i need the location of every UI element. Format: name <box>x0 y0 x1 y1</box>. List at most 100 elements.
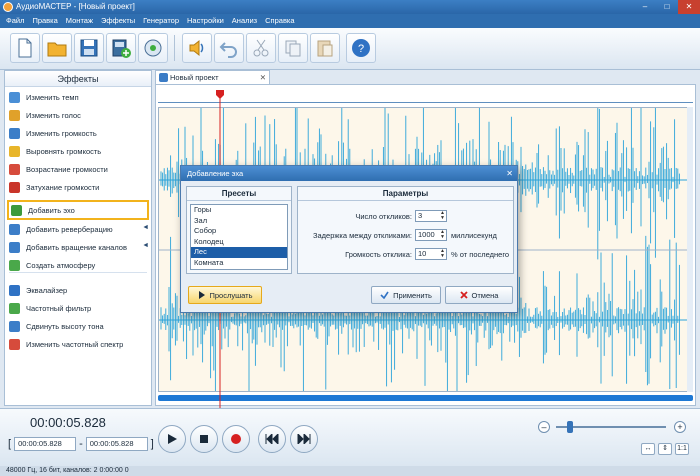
presets-header: Пресеты <box>187 187 291 201</box>
menu-file[interactable]: Файл <box>6 14 24 28</box>
new-file-icon <box>18 38 32 58</box>
effect-item-14[interactable]: Изменить частотный спектр <box>9 336 147 352</box>
tab-close-icon[interactable]: ✕ <box>260 71 266 84</box>
effect-item-13[interactable]: Сдвинуть высоту тона <box>9 318 147 334</box>
effect-item-5[interactable]: Возрастание громкости <box>9 161 147 177</box>
selection-range: [ 00:00:05.828 - 00:00:05.828 ] <box>8 437 154 451</box>
menu-settings[interactable]: Настройки <box>187 14 224 28</box>
preset-item-selected[interactable]: Лес <box>191 247 287 258</box>
parameters-header: Параметры <box>298 187 513 201</box>
range-start-field[interactable]: 00:00:05.828 <box>14 437 77 451</box>
dialog-title: Добавление эха <box>187 169 244 178</box>
effect-label: Сдвинуть высоту тона <box>26 321 104 331</box>
effect-item-10[interactable]: Создать атмосферу <box>9 257 147 273</box>
effect-item-9[interactable]: Добавить вращение каналов ◄ <box>9 239 149 255</box>
paste-button[interactable] <box>310 33 340 63</box>
audio-speaker-button[interactable] <box>182 33 212 63</box>
volume-label: Громкость отклика: <box>345 249 412 259</box>
listen-button[interactable]: Прослушать <box>188 286 262 304</box>
rewind-button[interactable] <box>258 425 286 453</box>
menu-montage[interactable]: Монтаж <box>66 14 93 28</box>
preset-item[interactable]: Колодец <box>191 237 287 248</box>
record-disc-button[interactable] <box>138 33 168 63</box>
add-video-button[interactable] <box>106 33 136 63</box>
menu-effects[interactable]: Эффекты <box>101 14 135 28</box>
copy-button[interactable] <box>278 33 308 63</box>
record-icon <box>231 434 241 444</box>
new-file-button[interactable] <box>10 33 40 63</box>
preset-item[interactable]: Горы <box>191 205 287 216</box>
paste-icon <box>317 40 333 57</box>
apply-button[interactable]: Применить <box>371 286 441 304</box>
effect-item-4[interactable]: Выровнять громкость <box>9 143 147 159</box>
zoom-out-button[interactable]: – <box>538 421 550 433</box>
minimize-button[interactable]: – <box>634 0 656 14</box>
count-input[interactable]: 3 ▲ ▼ <box>415 210 447 222</box>
spinner-icon[interactable]: ▲ ▼ <box>440 211 445 221</box>
save-disk-icon <box>80 39 98 57</box>
effect-icon <box>9 145 20 157</box>
cut-button[interactable] <box>246 33 276 63</box>
delay-label: Задержка между откликами: <box>312 230 412 240</box>
record-disc-icon <box>144 39 162 57</box>
volume-input[interactable]: 10 ▲ ▼ <box>415 248 447 260</box>
delay-input[interactable]: 1000 ▲ ▼ <box>415 229 447 241</box>
effect-item-2[interactable]: Изменить голос <box>9 107 147 123</box>
effect-label: Изменить голос <box>26 110 81 120</box>
vertical-scrollbar[interactable] <box>687 107 693 392</box>
play-button[interactable] <box>158 425 186 453</box>
effect-label: Добавить вращение каналов <box>26 242 127 252</box>
stop-button[interactable] <box>190 425 218 453</box>
open-file-button[interactable] <box>42 33 72 63</box>
effect-label: Изменить частотный спектр <box>26 339 124 349</box>
tab-new-project[interactable]: Новый проект ✕ <box>155 70 270 84</box>
dialog-close-icon[interactable]: ✕ <box>506 166 513 181</box>
status-bar: 48000 Гц, 16 бит, каналов: 2 0:00:00 0 <box>0 466 700 476</box>
cancel-button[interactable]: Отмена <box>445 286 513 304</box>
effect-item-1[interactable]: Изменить темп <box>9 89 147 105</box>
expand-arrow-icon[interactable]: ◄ <box>142 242 149 249</box>
record-button[interactable] <box>222 425 250 453</box>
menu-help[interactable]: Справка <box>265 14 294 28</box>
volume-unit: % от последнего <box>451 249 510 259</box>
window-titlebar: АудиоМАСТЕР - [Новый проект] – □ ✕ <box>0 0 700 14</box>
close-window-button[interactable]: ✕ <box>678 0 700 14</box>
effect-label: Частотный фильтр <box>26 303 92 313</box>
preset-item[interactable]: Зал <box>191 216 287 227</box>
fit-horizontal-icon[interactable]: ↔ <box>641 443 655 455</box>
effect-label: Затухание громкости <box>26 182 100 192</box>
expand-arrow-icon[interactable]: ◄ <box>142 224 149 231</box>
count-label: Число откликов: <box>355 211 412 221</box>
spinner-icon[interactable]: ▲ ▼ <box>440 230 445 240</box>
range-end-field[interactable]: 00:00:05.828 <box>85 437 148 451</box>
effect-item-12[interactable]: Частотный фильтр <box>9 300 147 316</box>
menu-analysis[interactable]: Анализ <box>232 14 257 28</box>
undo-button[interactable] <box>214 33 244 63</box>
help-button[interactable]: ? <box>346 33 376 63</box>
effect-item-11[interactable]: Эквалайзер <box>9 282 147 298</box>
save-button[interactable] <box>74 33 104 63</box>
zoom-slider-knob[interactable] <box>567 421 573 433</box>
maximize-button[interactable]: □ <box>656 0 678 14</box>
effect-label: Изменить громкость <box>26 128 97 138</box>
preset-item[interactable]: Комната <box>191 258 287 269</box>
fit-vertical-icon[interactable]: ⇕ <box>658 443 672 455</box>
effect-item-7[interactable]: Добавить эхо <box>7 200 149 220</box>
tab-label: Новый проект <box>170 73 219 82</box>
timeline-ruler[interactable] <box>158 93 693 103</box>
menu-edit[interactable]: Правка <box>32 14 57 28</box>
horizontal-scrollbar[interactable] <box>158 395 693 401</box>
zoom-in-button[interactable]: + <box>674 421 686 433</box>
effect-item-3[interactable]: Изменить громкость <box>9 125 147 141</box>
fit-ratio-icon[interactable]: 1:1 <box>675 443 689 455</box>
effect-item-6[interactable]: Затухание громкости <box>9 179 147 195</box>
effect-label: Создать атмосферу <box>26 260 96 270</box>
effect-item-8[interactable]: Добавить реверберацию ◄ <box>9 221 149 237</box>
preset-item[interactable]: Собор <box>191 226 287 237</box>
copy-icon <box>285 40 301 57</box>
fast-forward-button[interactable] <box>290 425 318 453</box>
presets-list[interactable]: Горы Зал Собор Колодец Лес Комната <box>190 204 288 270</box>
menu-generator[interactable]: Генератор <box>143 14 179 28</box>
delay-row: Задержка между откликами: 1000 ▲ ▼ миллисе… <box>302 228 497 242</box>
spinner-icon[interactable]: ▲ ▼ <box>440 249 445 259</box>
